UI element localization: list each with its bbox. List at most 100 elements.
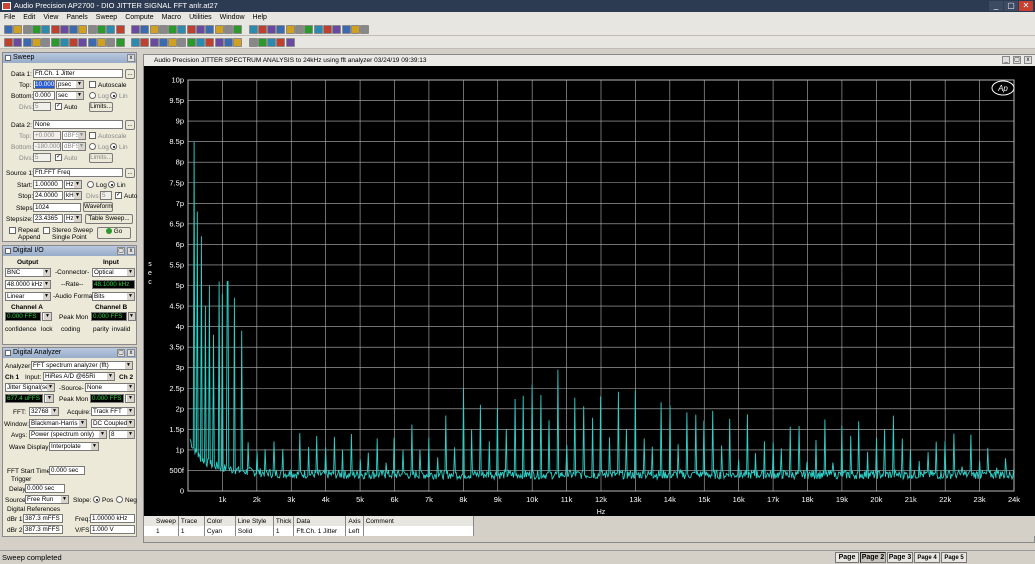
divs2-field[interactable]: 5 (33, 153, 51, 162)
log-radio[interactable] (89, 92, 96, 99)
start-unit-select[interactable]: Hz (64, 180, 82, 189)
legend-trace[interactable]: 1 (178, 526, 205, 536)
toolbar-button-icon[interactable] (115, 38, 125, 47)
limits-button[interactable]: Limits... (89, 102, 113, 112)
toolbar-button-icon[interactable] (41, 25, 51, 34)
toolbar-button-icon[interactable] (285, 25, 295, 34)
legend-linestyle[interactable]: Solid (235, 526, 274, 536)
menu-window[interactable]: Window (216, 12, 249, 23)
maximize-button[interactable]: ▢ (1004, 1, 1018, 11)
fft-size-select[interactable]: 32768 (29, 407, 59, 416)
toolbar-button-icon[interactable] (22, 38, 32, 47)
trace-legend-table[interactable]: Sweep Trace Color Line Style Thick Data … (144, 516, 1035, 536)
stop-unit-select[interactable]: kHz (64, 191, 82, 200)
toolbar-button-icon[interactable] (41, 38, 51, 47)
connector-out-select[interactable]: BNC (5, 268, 51, 277)
toolbar-button-icon[interactable] (304, 25, 314, 34)
fft-start-field[interactable]: 0.000 sec (49, 466, 85, 475)
toolbar-button-icon[interactable] (205, 25, 215, 34)
toolbar-button-icon[interactable] (4, 38, 13, 47)
page-4-tab[interactable]: Page 4 (914, 552, 940, 563)
page-1-tab[interactable]: Page 1 (835, 552, 859, 563)
divs3-field[interactable]: 5 (100, 191, 112, 200)
page-3-tab[interactable]: Page 3 (887, 552, 913, 563)
menu-panels[interactable]: Panels (62, 12, 91, 23)
auto-checkbox[interactable]: ✓ (55, 103, 62, 110)
lin2-radio[interactable] (110, 143, 117, 150)
bottom2-field[interactable]: -180.000 (33, 142, 61, 151)
repeat-checkbox[interactable] (9, 227, 16, 234)
top-unit-select[interactable]: psec (56, 80, 84, 89)
toolbar-button-icon[interactable] (115, 25, 125, 34)
toolbar-button-icon[interactable] (149, 25, 159, 34)
minimize-icon[interactable]: _ (1002, 56, 1010, 64)
spectrum-plot[interactable]: 10p 9.5p 9p 8.5p 8p 7.5p 7p 6.5p 6p 5.5p 5p 4.5p 4p 3… (144, 66, 1035, 516)
steps-field[interactable]: 1024 (33, 203, 81, 212)
freq-field[interactable]: 1.00000 kHz (90, 514, 135, 523)
toolbar-button-icon[interactable] (267, 38, 277, 47)
window-select[interactable]: Blackman-Harris (29, 419, 87, 428)
toolbar-button-icon[interactable] (158, 38, 168, 47)
stepsize-unit-select[interactable]: Hz (64, 214, 82, 223)
auto2-checkbox[interactable]: ✓ (55, 154, 62, 161)
source1-browse-button[interactable]: ... (125, 168, 135, 178)
legend-sweep[interactable]: 1 (144, 526, 179, 536)
close-icon[interactable]: x (1024, 56, 1032, 64)
acquire-select[interactable]: Track FFT (91, 407, 135, 416)
toolbar-button-icon[interactable] (158, 25, 168, 34)
data2-browse-button[interactable]: ... (125, 120, 135, 130)
toolbar-button-icon[interactable] (177, 25, 187, 34)
maximize-icon[interactable]: ▢ (1013, 56, 1021, 64)
menu-view[interactable]: View (39, 12, 62, 23)
stepsize-field[interactable]: 23.4365 (33, 214, 63, 223)
log3-radio[interactable] (87, 181, 94, 188)
menu-utilities[interactable]: Utilities (185, 12, 216, 23)
toolbar-button-icon[interactable] (177, 38, 187, 47)
page-5-tab[interactable]: Page 5 (941, 552, 967, 563)
wave-display-select[interactable]: Interpolate (49, 442, 99, 451)
connector-in-select[interactable]: Optical (92, 268, 135, 277)
coupling-select[interactable]: DC Coupled (91, 419, 135, 428)
vfs-field[interactable]: 1.000 V (90, 525, 135, 534)
toolbar-button-icon[interactable] (350, 25, 360, 34)
page-2-tab[interactable]: Page 2 (860, 552, 886, 563)
close-icon[interactable]: x (127, 54, 135, 62)
ch1-unit-select[interactable] (44, 394, 54, 403)
data2-field[interactable]: None (33, 120, 123, 129)
bottom-unit-select[interactable]: sec (56, 91, 84, 100)
toolbar-button-icon[interactable] (78, 38, 88, 47)
avgs-mode-select[interactable]: Power (spectrum only) (29, 430, 107, 439)
legend-thick[interactable]: 1 (273, 526, 295, 536)
close-button[interactable]: ✕ (1019, 1, 1033, 11)
channel-b-unit-select[interactable] (128, 312, 136, 321)
toolbar-button-icon[interactable] (59, 38, 69, 47)
close-icon[interactable]: x (127, 349, 135, 357)
toolbar-button-icon[interactable] (13, 38, 23, 47)
toolbar-button-icon[interactable] (223, 38, 233, 47)
toolbar-button-icon[interactable] (186, 25, 196, 34)
jitter-signal-select[interactable]: Jitter Signal(sec) (5, 383, 55, 392)
dbr2-field[interactable]: 387.3 mFFS (23, 525, 63, 534)
legend-color[interactable]: Cyan (204, 526, 236, 536)
autoscale2-checkbox[interactable] (89, 132, 96, 139)
toolbar-button-icon[interactable] (276, 25, 286, 34)
analyzer-select[interactable]: FFT spectrum analyzer (fft) (31, 361, 133, 370)
toolbar-button-icon[interactable] (106, 38, 116, 47)
toolbar-button-icon[interactable] (87, 38, 97, 47)
toolbar-button-icon[interactable] (149, 38, 159, 47)
toolbar-button-icon[interactable] (13, 25, 23, 34)
neg-radio[interactable] (116, 496, 123, 503)
limits2-button[interactable]: Limits... (89, 153, 113, 163)
rate-out-select[interactable]: 48.0000 kHz (5, 280, 51, 289)
toolbar-button-icon[interactable] (285, 38, 295, 47)
format-in-select[interactable]: Bits (92, 292, 135, 301)
toolbar-button-icon[interactable] (248, 38, 258, 47)
toolbar-button-icon[interactable] (50, 25, 60, 34)
menu-file[interactable]: File (0, 12, 19, 23)
toolbar-button-icon[interactable] (69, 25, 79, 34)
start-field[interactable]: 1.00000 (33, 180, 63, 189)
toolbar-button-icon[interactable] (69, 38, 79, 47)
toolbar-button-icon[interactable] (196, 38, 205, 47)
legend-data[interactable]: Fft.Ch. 1 Jitter (293, 526, 347, 536)
toolbar-button-icon[interactable] (140, 38, 150, 47)
